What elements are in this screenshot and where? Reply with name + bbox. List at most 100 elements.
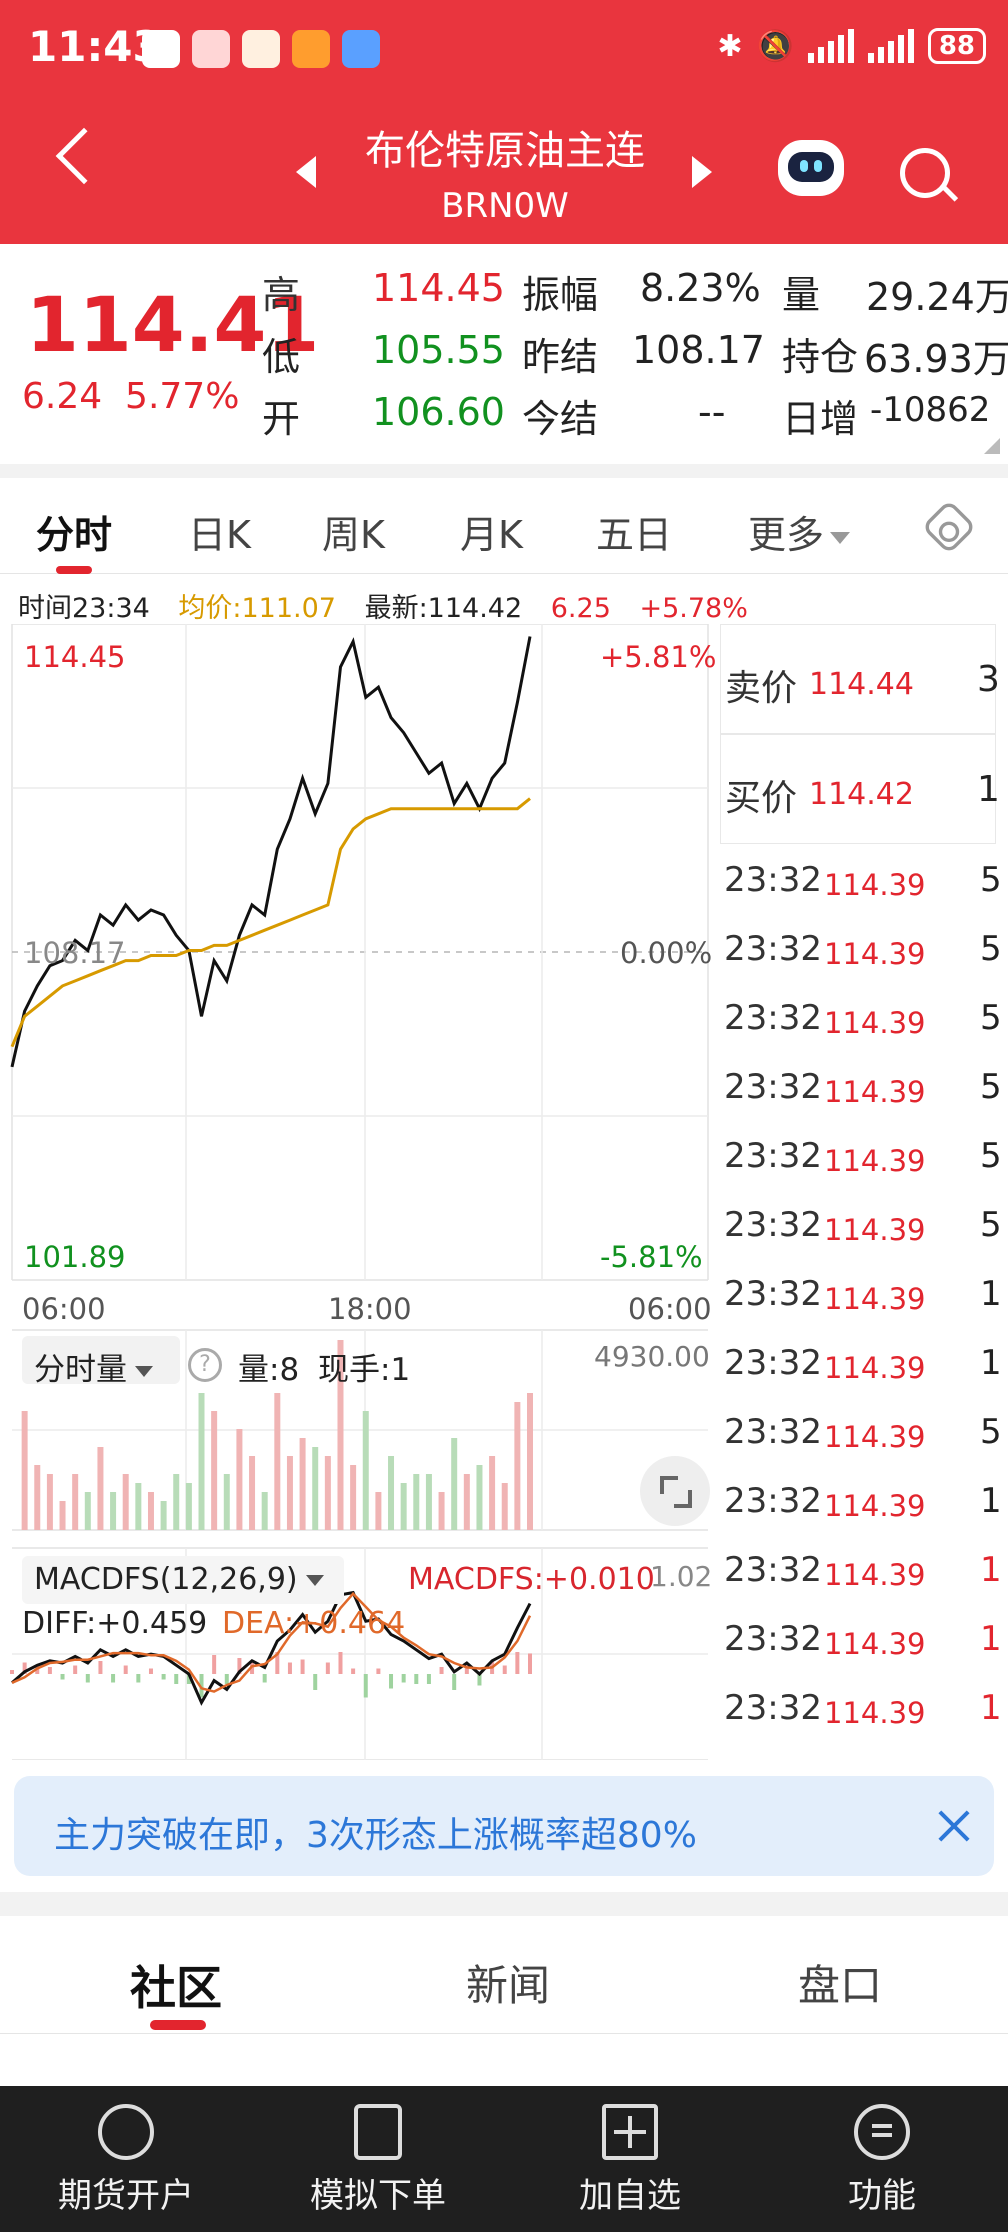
macd-selector-text: MACDFS(12,26,9) (34, 1562, 298, 1597)
volume-bar (223, 1474, 230, 1530)
low-label: 低 (262, 335, 301, 379)
volume-bar (476, 1465, 483, 1530)
high-value: 114.45 (372, 266, 505, 310)
nav-add-watchlist[interactable]: 加自选 (520, 2086, 740, 2232)
tick-time: 23:32 (724, 929, 822, 969)
macd-bar (439, 1667, 444, 1674)
hand-value: 现手:1 (318, 1352, 411, 1388)
macd-bar (47, 1667, 52, 1674)
macd-bar (363, 1674, 368, 1698)
chevron-down-icon (305, 1575, 324, 1586)
tab-daily-k[interactable]: 日K (188, 504, 251, 559)
pct-max-label: +5.81% (600, 640, 717, 674)
daily-change-value: -10862 (870, 390, 991, 430)
tick-price: 114.39 (824, 1006, 926, 1040)
volume-bar (463, 1474, 470, 1530)
tab-monthly-k[interactable]: 月K (460, 504, 523, 559)
high-row: 高 (262, 264, 300, 319)
banner-text: 主力突破在即，3次形态上涨概率超80% (54, 1815, 697, 1856)
tab-more[interactable]: 更多 (748, 504, 851, 559)
tab-community[interactable]: 社区 (130, 1952, 222, 2018)
change-percent: 5.77% (125, 376, 240, 417)
volume-bar (122, 1474, 129, 1530)
status-indicators: ✱ 🔕 88 (717, 28, 986, 64)
tab-order-book[interactable]: 盘口 (798, 1952, 882, 2013)
tick-price: 114.39 (824, 937, 926, 971)
macd-bar (111, 1674, 116, 1683)
section-divider (0, 464, 1008, 478)
ask-label: 卖价 (725, 668, 798, 709)
settle-value: -- (698, 390, 726, 434)
volume-bar (21, 1411, 28, 1530)
tick-time: 23:32 (724, 1136, 822, 1176)
fullscreen-icon[interactable] (640, 1456, 710, 1526)
app-header: 11:43 ✱ 🔕 88 布伦特原油主连 BRN0W (0, 0, 1008, 244)
high-label: 高 (262, 273, 301, 317)
prev-contract-icon[interactable] (296, 156, 316, 188)
nav-functions[interactable]: 功能 (772, 2086, 992, 2232)
volume-bar (185, 1483, 192, 1530)
volume-bar (324, 1456, 331, 1530)
tick-volume: 5 (980, 860, 1002, 900)
robot-assistant-icon[interactable] (778, 140, 844, 196)
tab-five-day[interactable]: 五日 (596, 504, 672, 559)
volume-bar (400, 1483, 407, 1530)
volume-bar (135, 1483, 142, 1530)
volume-bar (173, 1474, 180, 1530)
tick-time: 23:32 (724, 1688, 822, 1728)
next-contract-icon[interactable] (692, 156, 712, 188)
tab-news[interactable]: 新闻 (466, 1952, 550, 2013)
tick-volume: 1 (980, 1550, 1002, 1590)
close-icon[interactable] (934, 1806, 974, 1846)
tab-weekly-k[interactable]: 周K (322, 504, 385, 559)
volume-bar (160, 1501, 167, 1530)
expand-corner-icon[interactable] (984, 438, 1000, 454)
open-interest-label: 持仓 (782, 335, 859, 379)
macd-bar (60, 1674, 65, 1680)
tick-volume: 1 (980, 1619, 1002, 1659)
tick-time: 23:32 (724, 1205, 822, 1245)
volume-bar (236, 1429, 243, 1530)
tick-row: 23:32 114.39 5 (724, 917, 1008, 986)
x-label: 06:00 (628, 1292, 712, 1326)
volume-bar (110, 1492, 117, 1530)
daily-change-label: 日增 (782, 397, 859, 441)
macd-bar (224, 1674, 229, 1684)
price-change: 6.24 5.77% (22, 376, 239, 417)
bid-row[interactable]: 买价 114.42 1 (720, 734, 1000, 844)
tab-intraday[interactable]: 分时 (36, 504, 112, 559)
nav-futures-account[interactable]: 期货开户 (16, 2086, 236, 2232)
info-time: 时间23:34 (18, 593, 150, 624)
tick-row: 23:32114.39 1 (724, 1331, 1008, 1400)
tick-price: 114.39 (824, 1282, 926, 1316)
volume-bar (362, 1411, 369, 1530)
tick-row: 23:32 114.39 5 (724, 1055, 1008, 1124)
tick-volume: 5 (980, 1412, 1002, 1452)
volume-bar (425, 1474, 432, 1530)
add-icon (602, 2104, 658, 2160)
tick-volume: 1 (980, 1343, 1002, 1383)
tick-price: 114.39 (824, 1213, 926, 1247)
notification-app-icon (242, 30, 280, 68)
macd-bar (161, 1674, 166, 1680)
tick-time: 23:32 (724, 1067, 822, 1107)
macd-bar (212, 1655, 217, 1674)
tick-row: 23:32114.39 1 (724, 1469, 1008, 1538)
x-label: 06:00 (22, 1292, 106, 1326)
ask-row[interactable]: 卖价 114.44 3 (720, 624, 1000, 734)
tick-list[interactable]: 23:32 114.39 5 23:32 114.39 5 23:32 114.39 5 23:3… (720, 848, 1008, 1760)
search-icon[interactable] (900, 148, 950, 198)
tick-price: 114.39 (824, 1075, 926, 1109)
macd-bar (401, 1674, 406, 1683)
tick-row: 23:32114.39 1 (724, 1538, 1008, 1607)
macd-bar (287, 1662, 292, 1674)
volume-bar (451, 1438, 458, 1530)
nav-sim-order[interactable]: 模拟下单 (268, 2086, 488, 2232)
macd-bar (300, 1659, 305, 1674)
macd-bar (148, 1668, 153, 1674)
change-value: 6.24 (22, 376, 103, 417)
back-icon[interactable] (55, 127, 113, 185)
tick-volume: 5 (980, 1136, 1002, 1176)
promo-banner[interactable]: 主力突破在即，3次形态上涨概率超80% (14, 1776, 994, 1876)
help-icon[interactable]: ? (188, 1348, 222, 1382)
